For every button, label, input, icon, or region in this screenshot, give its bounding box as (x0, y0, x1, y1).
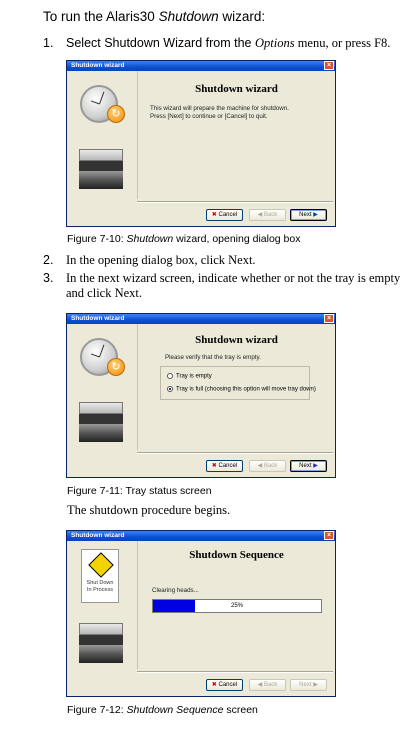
next-arrow-icon: ▶ (313, 463, 318, 469)
step-text-end: menu, or press F8. (294, 36, 391, 50)
back-button[interactable]: ◀ Back (249, 460, 286, 472)
cancel-button[interactable]: ✖ Cancel (206, 460, 243, 472)
document-label-line-1: Shut Down (86, 580, 114, 586)
wizard-heading: Shutdown wizard (195, 334, 278, 346)
wizard-sidebar: ↻ (67, 324, 137, 467)
intro-emphasis: Shutdown (158, 9, 219, 24)
radio-circle (167, 373, 173, 379)
back-arrow-icon: ◀ (257, 463, 263, 469)
figure-caption-3: Figure 7-12: Shutdown Sequence screen (67, 704, 258, 716)
intro-suffix: wizard: (218, 9, 266, 24)
step-number: 3. (43, 271, 54, 285)
caption-suffix: wizard, opening dialog box (173, 233, 301, 245)
wizard-sidebar: ↻ (67, 71, 137, 216)
dialog-titlebar: Shutdown wizard (67, 314, 335, 324)
step-3: 3. In the next wizard screen, indicate w… (43, 271, 418, 303)
next-label: Next (299, 463, 312, 469)
refresh-icon: ↻ (107, 358, 125, 376)
step-1: 1. Select Shutdown Wizard from the Optio… (43, 36, 413, 52)
radio-tray-full[interactable]: Tray is full (choosing this option will … (167, 386, 316, 393)
divider (137, 671, 333, 673)
close-icon[interactable]: × (324, 61, 334, 70)
printer-icon (79, 623, 123, 663)
caption-suffix: screen (223, 704, 258, 716)
next-label: Next (299, 212, 312, 218)
cancel-label: Cancel (218, 463, 238, 469)
wizard-sidebar: Shut Down In Process (67, 541, 137, 686)
next-button[interactable]: Next ▶ (290, 209, 327, 221)
close-icon[interactable]: × (324, 531, 334, 540)
wizard-heading: Shutdown Sequence (189, 549, 284, 561)
radio-circle-selected (167, 386, 173, 392)
caption-prefix: Figure 7-10: (67, 233, 127, 245)
cancel-label: Cancel (218, 212, 238, 218)
wizard-description: This wizard will prepare the machine for… (150, 105, 289, 121)
back-label: Back (263, 463, 278, 469)
cancel-button[interactable]: ✖ Cancel (206, 679, 243, 691)
shutdown-wizard-dialog-2: Shutdown wizard × ↻ Shutdown wizard Plea… (66, 313, 336, 478)
step-text: In the opening dialog box, click Next. (66, 253, 256, 267)
step-text: Select Shutdown Wizard from the (66, 36, 255, 50)
back-label: Back (263, 682, 278, 688)
cancel-button[interactable]: ✖ Cancel (206, 209, 243, 221)
back-arrow-icon: ◀ (257, 682, 263, 688)
cancel-icon: ✖ (211, 212, 217, 218)
tray-prompt: Please verify that the tray is empty. (165, 354, 261, 361)
caption-emphasis: Shutdown (126, 233, 174, 245)
caption-prefix: Figure 7-12: (67, 704, 127, 716)
step-text-line-1: In the next wizard screen, indicate whet… (66, 271, 401, 285)
next-arrow-icon: ▶ (313, 682, 318, 688)
status-text: Clearing heads... (152, 587, 199, 594)
dialog-titlebar: Shutdown wizard (67, 61, 335, 71)
refresh-icon: ↻ (107, 105, 125, 123)
progress-bar: 25% (152, 599, 322, 613)
description-line-1: This wizard will prepare the machine for… (150, 105, 289, 112)
radio-label: Tray is full (choosing this option will … (176, 386, 316, 393)
back-label: Back (263, 212, 278, 218)
figure-caption-2: Figure 7-11: Tray status screen (67, 485, 212, 497)
progress-label: 25% (230, 603, 243, 609)
next-button[interactable]: Next ▶ (290, 460, 327, 472)
step-text-emphasis: Options (254, 36, 295, 50)
divider (137, 452, 333, 454)
radio-label: Tray is empty (176, 373, 212, 380)
back-arrow-icon: ◀ (257, 212, 263, 218)
figure-caption-1: Figure 7-10: Shutdown wizard, opening di… (67, 233, 301, 245)
step-text-line-2: and click Next. (66, 286, 143, 300)
step-number: 2. (43, 253, 54, 267)
next-label: Next (299, 682, 312, 688)
cancel-label: Cancel (218, 682, 238, 688)
intro-prefix: To run the Alaris30 (43, 9, 159, 24)
warning-icon (88, 552, 114, 578)
step-2: 2. In the opening dialog box, click Next… (43, 253, 413, 269)
wizard-heading: Shutdown wizard (195, 83, 278, 95)
wizard-content: Shutdown wizard Please verify that the t… (137, 324, 335, 450)
document-label-line-2: In Process (87, 587, 113, 593)
printer-icon (79, 402, 123, 442)
next-button[interactable]: Next ▶ (290, 679, 327, 691)
close-icon[interactable]: × (324, 314, 334, 323)
shutdown-wizard-dialog-1: Shutdown wizard × ↻ Shutdown wizard This… (66, 60, 336, 227)
document-label: Shut Down In Process (82, 580, 118, 594)
step-number: 1. (43, 36, 54, 50)
cancel-icon: ✖ (211, 682, 217, 688)
printer-icon (79, 149, 123, 189)
dialog-titlebar: Shutdown wizard (67, 531, 335, 541)
radio-tray-empty[interactable]: Tray is empty (167, 373, 212, 380)
back-button[interactable]: ◀ Back (249, 209, 286, 221)
intro-text: To run the Alaris30 Shutdown wizard: (43, 9, 265, 24)
divider (137, 201, 333, 203)
shutdown-document-icon: Shut Down In Process (81, 549, 119, 603)
wizard-content: Shutdown Sequence Clearing heads... 25% (137, 541, 335, 669)
next-arrow-icon: ▶ (313, 212, 318, 218)
shutdown-begins-text: The shutdown procedure begins. (67, 503, 231, 517)
tray-option-group: Tray is empty Tray is full (choosing thi… (160, 366, 316, 400)
back-button[interactable]: ◀ Back (249, 679, 286, 691)
shutdown-sequence-dialog: Shutdown wizard × Shut Down In Process S… (66, 530, 336, 697)
description-line-2: Press [Next] to continue or [Cancel] to … (150, 113, 268, 120)
caption-emphasis: Shutdown Sequence (126, 704, 224, 716)
cancel-icon: ✖ (211, 463, 217, 469)
wizard-content: Shutdown wizard This wizard will prepare… (137, 71, 335, 199)
